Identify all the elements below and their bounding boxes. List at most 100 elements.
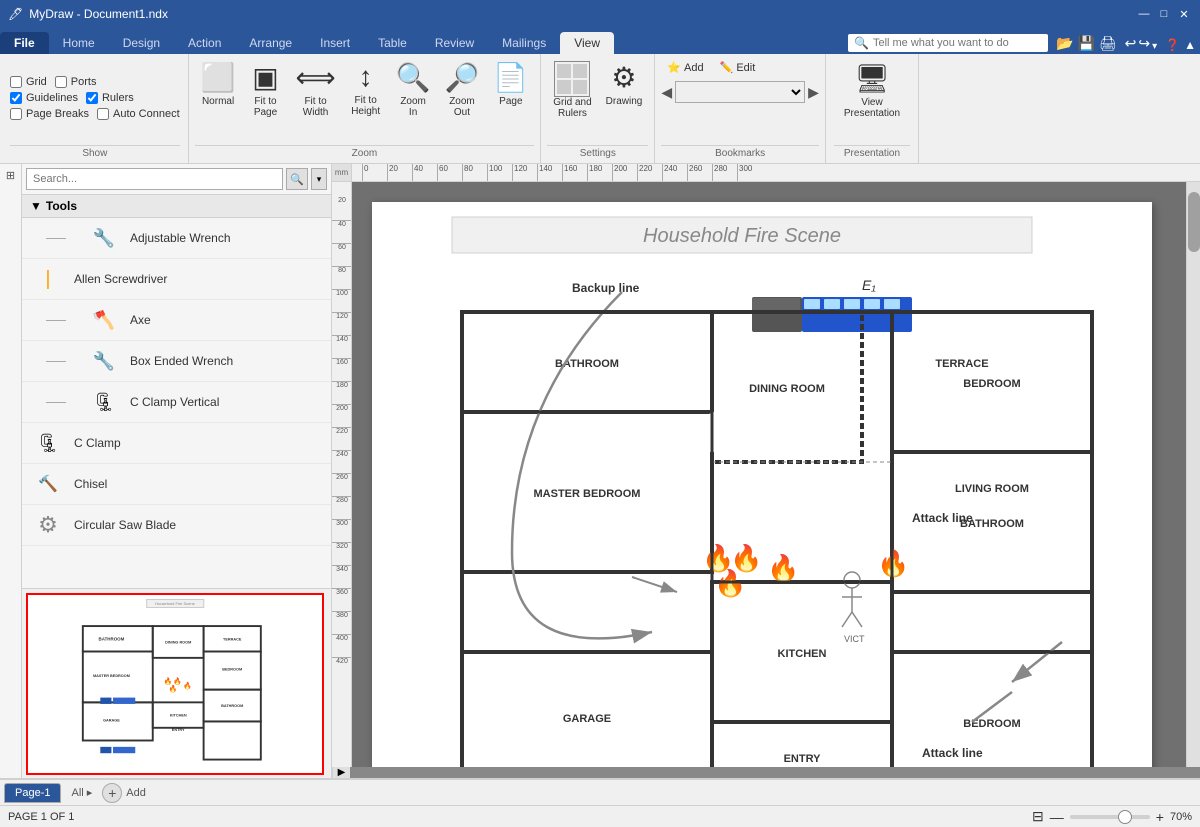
page-breaks-checkbox-label[interactable]: Page Breaks — [10, 108, 89, 120]
redo-icon[interactable]: ↪ — [1138, 35, 1150, 52]
list-item[interactable]: 🗜 C Clamp — [22, 423, 331, 464]
svg-text:ENTRY: ENTRY — [172, 728, 185, 732]
edit-bookmark-button[interactable]: ✏️ Edit — [714, 58, 762, 77]
zoom-thumb[interactable] — [1118, 810, 1132, 824]
list-item[interactable]: 🪓 Axe — [22, 300, 331, 341]
tools-search-input[interactable] — [26, 168, 283, 190]
page-tab-all[interactable]: All ▸ — [63, 783, 100, 802]
bookmark-select[interactable] — [675, 81, 805, 103]
svg-text:BATHROOM: BATHROOM — [221, 704, 243, 708]
guidelines-checkbox[interactable] — [10, 92, 22, 104]
fit-to-height-label: Fit to Height — [351, 95, 380, 117]
fit-to-width-button[interactable]: ⟺ Fit to Width — [290, 58, 342, 121]
toolbar-strip: ⊞ — [0, 164, 22, 778]
add-page-label[interactable]: Add — [126, 787, 146, 799]
tab-mailings[interactable]: Mailings — [488, 32, 560, 54]
svg-text:GARAGE: GARAGE — [103, 718, 120, 722]
tools-search-dropdown[interactable]: ▾ — [311, 168, 327, 190]
list-item[interactable]: ⚙ Circular Saw Blade — [22, 505, 331, 546]
file-open-icon[interactable]: 📂 — [1056, 35, 1073, 52]
ruler-mark: 120 — [512, 164, 527, 181]
ribbon: Grid Ports Guidelines Rulers Page Breaks — [0, 54, 1200, 164]
tab-action[interactable]: Action — [174, 32, 235, 54]
tab-arrange[interactable]: Arrange — [235, 32, 306, 54]
ports-checkbox[interactable] — [55, 76, 67, 88]
list-item[interactable]: 🔧 Adjustable Wrench — [22, 218, 331, 259]
tab-view[interactable]: View — [560, 32, 614, 54]
grid-checkbox[interactable] — [10, 76, 22, 88]
tab-home[interactable]: Home — [49, 32, 109, 54]
rulers-checkbox[interactable] — [86, 92, 98, 104]
grid-and-rulers-button[interactable]: Grid and Rulers — [547, 58, 597, 122]
list-item[interactable]: | Allen Screwdriver — [22, 259, 331, 300]
status-bar: PAGE 1 OF 1 ⊟ — + 70% — [0, 805, 1200, 827]
rulers-checkbox-label[interactable]: Rulers — [86, 92, 134, 104]
tab-review[interactable]: Review — [421, 32, 488, 54]
maximize-button[interactable]: □ — [1156, 6, 1172, 22]
view-presentation-button[interactable]: 🖥 View Presentation — [834, 58, 910, 123]
guidelines-checkbox-label[interactable]: Guidelines — [10, 92, 78, 104]
list-item[interactable]: 🔨 Chisel — [22, 464, 331, 505]
c-clamp-vertical-icon: 🗜 — [90, 388, 118, 416]
help-button[interactable]: ❓ — [1165, 38, 1180, 52]
presentation-icon: 🖥 — [854, 62, 890, 95]
ports-checkbox-label[interactable]: Ports — [55, 76, 97, 88]
fit-to-page-button[interactable]: ▣ Fit to Page — [244, 58, 288, 121]
canvas-area: mm 0 20 40 60 80 100 120 140 160 180 200… — [332, 164, 1200, 778]
undo-icon[interactable]: ↩ — [1125, 35, 1137, 52]
quick-access-dropdown[interactable]: ▾ — [1152, 41, 1157, 52]
tab-design[interactable]: Design — [109, 32, 174, 54]
svg-text:TERRACE: TERRACE — [935, 358, 988, 370]
zoom-minus-icon[interactable]: — — [1050, 809, 1064, 825]
grid-checkbox-label[interactable]: Grid — [10, 76, 47, 88]
tab-table[interactable]: Table — [364, 32, 421, 54]
tab-insert[interactable]: Insert — [306, 32, 364, 54]
right-nav-arrow[interactable]: ▶ — [332, 767, 350, 778]
expand-icon[interactable]: ▲ — [1184, 38, 1196, 52]
forward-arrow-icon[interactable]: ▶ — [808, 84, 819, 101]
page-button[interactable]: 📄 Page — [487, 58, 534, 110]
tools-header[interactable]: ▼ Tools — [22, 195, 331, 218]
page-label: Page — [499, 96, 522, 107]
search-box[interactable]: 🔍 — [848, 34, 1048, 52]
print-icon[interactable]: 🖨 — [1099, 35, 1117, 52]
auto-connect-checkbox-label[interactable]: Auto Connect — [97, 108, 180, 120]
fit-icon[interactable]: ⊟ — [1032, 808, 1044, 825]
svg-text:GARAGE: GARAGE — [563, 713, 611, 725]
list-item[interactable]: 🔧 Box Ended Wrench — [22, 341, 331, 382]
tool-divider — [46, 402, 66, 403]
page-breaks-checkbox[interactable] — [10, 108, 22, 120]
drawing-icon: ⚙ — [611, 61, 636, 94]
fit-to-height-button[interactable]: ↕ Fit to Height — [344, 58, 388, 120]
list-item[interactable]: 🗜 C Clamp Vertical — [22, 382, 331, 423]
zoom-plus-icon[interactable]: + — [1156, 809, 1164, 825]
ruler-mark: 180 — [587, 164, 602, 181]
c-clamp-vertical-label: C Clamp Vertical — [130, 395, 219, 409]
pointer-tool[interactable]: ⊞ — [2, 166, 20, 184]
tools-search-button[interactable]: 🔍 — [286, 168, 308, 190]
fit-to-height-icon: ↕ — [359, 61, 373, 93]
tab-file[interactable]: File — [0, 32, 49, 54]
drawing-button[interactable]: ⚙ Drawing — [600, 58, 649, 110]
thumbnail-panel: Household Fire Scene BATHROOM — [22, 588, 331, 778]
zoom-out-button[interactable]: 🔎 Zoom Out — [439, 58, 486, 121]
back-arrow-icon[interactable]: ◀ — [661, 84, 672, 101]
search-input[interactable] — [873, 37, 1042, 49]
close-button[interactable]: ✕ — [1176, 6, 1192, 22]
zoom-slider[interactable] — [1070, 815, 1150, 819]
zoom-in-button[interactable]: 🔍 Zoom In — [390, 58, 437, 121]
ruler-mark: 260 — [687, 164, 702, 181]
auto-connect-checkbox[interactable] — [97, 108, 109, 120]
ribbon-zoom-group: ⬜ Normal ▣ Fit to Page ⟺ Fit to Width ↕ … — [189, 54, 542, 163]
svg-text:BEDROOM: BEDROOM — [222, 668, 242, 672]
save-icon[interactable]: 💾 — [1077, 35, 1094, 52]
vertical-scrollbar[interactable] — [1186, 182, 1200, 767]
normal-button[interactable]: ⬜ Normal — [195, 58, 242, 110]
canvas-scroll[interactable]: 20 40 60 80 100 120 140 160 180 200 220 … — [332, 182, 1200, 767]
scrollbar-thumb[interactable] — [1188, 192, 1200, 252]
svg-text:TERRACE: TERRACE — [223, 637, 242, 641]
minimize-button[interactable]: — — [1136, 6, 1152, 22]
sidebar: 🔍 ▾ ▼ Tools 🔧 Adjustable Wrench | Allen … — [22, 164, 332, 778]
add-bookmark-button[interactable]: ⭐ Add — [661, 58, 709, 77]
canvas-viewport[interactable]: Household Fire Scene Backup line E₁ — [352, 182, 1186, 767]
